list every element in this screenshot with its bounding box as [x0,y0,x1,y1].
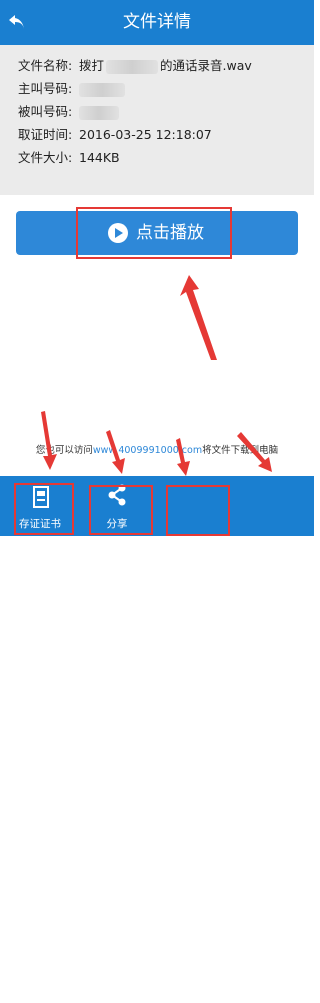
file-name-value: 拨打 的通话录音.wav [79,58,252,74]
file-name-label: 文件名称: [18,58,73,73]
detail-row-time: 取证时间: 2016-03-25 12:18:07 [18,124,212,146]
callee-label: 被叫号码: [18,104,73,119]
capture-time-label: 取证时间: [18,127,73,142]
detail-row-file-name: 文件名称: 拨打 的通话录音.wav [18,55,252,77]
detail-row-caller: 主叫号码: [18,78,125,100]
caller-number-redacted [79,82,125,97]
detail-row-callee: 被叫号码: [18,101,119,123]
highlight-box-play [76,207,232,259]
bottom-action-4[interactable] [240,476,310,536]
highlight-box-action-3 [166,485,230,536]
redacted-number [106,59,159,74]
highlight-box-share [89,485,153,535]
callee-number-redacted [79,105,119,120]
app-header: 文件详情 [0,0,314,45]
file-details-panel: 文件名称: 拨打 的通话录音.wav 主叫号码: 被叫号码: 取证时间: 2016-0… [0,45,314,195]
watermark: jb51.net 脚本之家 [242,970,310,1003]
detail-row-size: 文件大小: 144KB [18,147,120,169]
file-size-value: 144KB [79,150,120,165]
capture-time-value: 2016-03-25 12:18:07 [79,127,212,142]
arrow-icon [180,275,217,360]
arrow-icon [41,411,57,470]
page-title: 文件详情 [123,12,191,32]
caller-label: 主叫号码: [18,81,73,96]
file-size-label: 文件大小: [18,150,73,165]
download-hint: 您也可以访问www.4009991000.com将文件下载到电脑 [35,445,279,456]
highlight-box-certificate [14,483,74,535]
website-link[interactable]: www.4009991000.com [93,445,202,456]
